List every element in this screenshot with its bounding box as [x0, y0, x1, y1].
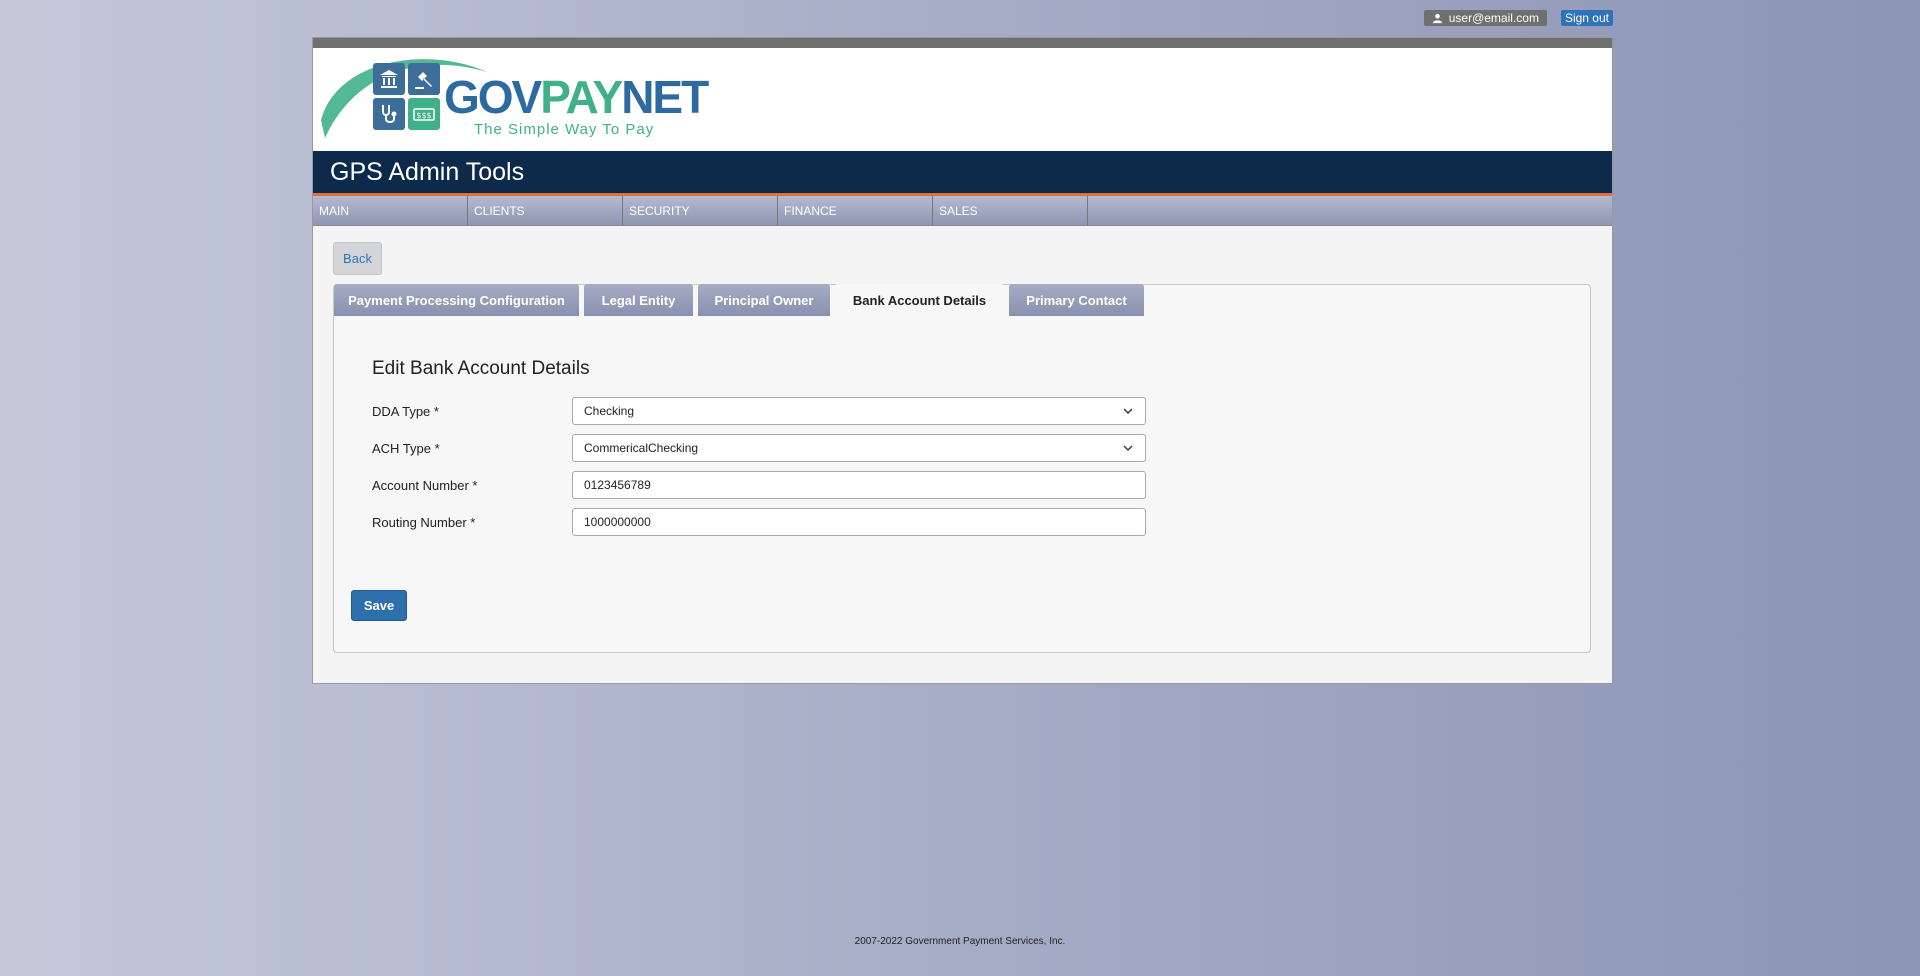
tab-principal-owner[interactable]: Principal Owner: [698, 284, 830, 316]
dda-type-select[interactable]: Checking: [572, 397, 1146, 425]
tab-legal-entity[interactable]: Legal Entity: [584, 284, 693, 316]
chevron-down-icon: [1123, 408, 1133, 414]
brand-pay: PAY: [540, 71, 623, 123]
user-icon: [1432, 13, 1442, 23]
nav-item-clients[interactable]: CLIENTS: [468, 196, 623, 226]
footer-copyright: 2007-2022 Government Payment Services, I…: [854, 936, 1066, 947]
tab-strip: Payment Processing Configuration Legal E…: [334, 284, 1144, 316]
account-number-input[interactable]: 0123456789: [572, 471, 1146, 499]
form-row-dda-type: DDA Type * Checking: [372, 397, 1146, 425]
brand-logo-text: GOVPAYNET: [444, 71, 709, 123]
stethoscope-icon: [373, 98, 405, 130]
top-strip: [313, 38, 1612, 48]
nav-item-finance[interactable]: FINANCE: [778, 196, 933, 226]
ach-type-label: ACH Type *: [372, 440, 440, 456]
svg-text:$$$: $$$: [416, 111, 431, 120]
brand-net: NET: [621, 71, 709, 123]
ach-type-select[interactable]: CommericalChecking: [572, 434, 1146, 462]
user-account-chip[interactable]: user@email.com: [1423, 10, 1547, 26]
save-button[interactable]: Save: [351, 590, 407, 621]
routing-number-value: 1000000000: [584, 515, 651, 529]
account-number-label: Account Number *: [372, 477, 478, 493]
nav-item-security[interactable]: SECURITY: [623, 196, 778, 226]
routing-number-label: Routing Number *: [372, 514, 476, 530]
back-button[interactable]: Back: [333, 242, 382, 275]
courthouse-icon: [373, 63, 405, 95]
nav-item-main[interactable]: MAIN: [313, 196, 468, 226]
tab-panel: Payment Processing Configuration Legal E…: [333, 284, 1591, 653]
routing-number-input[interactable]: 1000000000: [572, 508, 1146, 536]
form-title: Edit Bank Account Details: [372, 358, 590, 379]
logo-tiles: $$$: [373, 63, 440, 130]
main-container: $$$ GOVPAYNET The Simple Way To Pay GPS …: [312, 37, 1613, 684]
sign-out-button[interactable]: Sign out: [1560, 10, 1613, 26]
form-row-routing-number: Routing Number * 1000000000: [372, 508, 1146, 536]
money-icon: $$$: [408, 98, 440, 130]
dda-type-label: DDA Type *: [372, 403, 439, 419]
brand-gov: GOV: [444, 71, 542, 123]
tab-bank-account-details[interactable]: Bank Account Details: [835, 284, 1004, 316]
main-nav: MAIN CLIENTS SECURITY FINANCE SALES: [313, 196, 1612, 226]
page-title-bar: GPS Admin Tools: [313, 151, 1612, 196]
dda-type-value: Checking: [584, 404, 635, 418]
user-bar: user@email.com Sign out: [1423, 10, 1613, 26]
page-title: GPS Admin Tools: [330, 157, 525, 186]
account-number-value: 0123456789: [584, 478, 651, 492]
logo-area: $$$ GOVPAYNET The Simple Way To Pay: [313, 48, 1612, 151]
ach-type-value: CommericalChecking: [584, 441, 699, 455]
nav-item-sales[interactable]: SALES: [933, 196, 1088, 226]
tab-payment-processing-configuration[interactable]: Payment Processing Configuration: [334, 284, 579, 316]
user-email: user@email.com: [1448, 11, 1539, 25]
form-row-account-number: Account Number * 0123456789: [372, 471, 1146, 499]
brand-tagline: The Simple Way To Pay: [474, 121, 655, 138]
chevron-down-icon: [1123, 445, 1133, 451]
gavel-icon: [408, 63, 440, 95]
form-row-ach-type: ACH Type * CommericalChecking: [372, 434, 1146, 462]
tab-primary-contact[interactable]: Primary Contact: [1009, 284, 1144, 316]
